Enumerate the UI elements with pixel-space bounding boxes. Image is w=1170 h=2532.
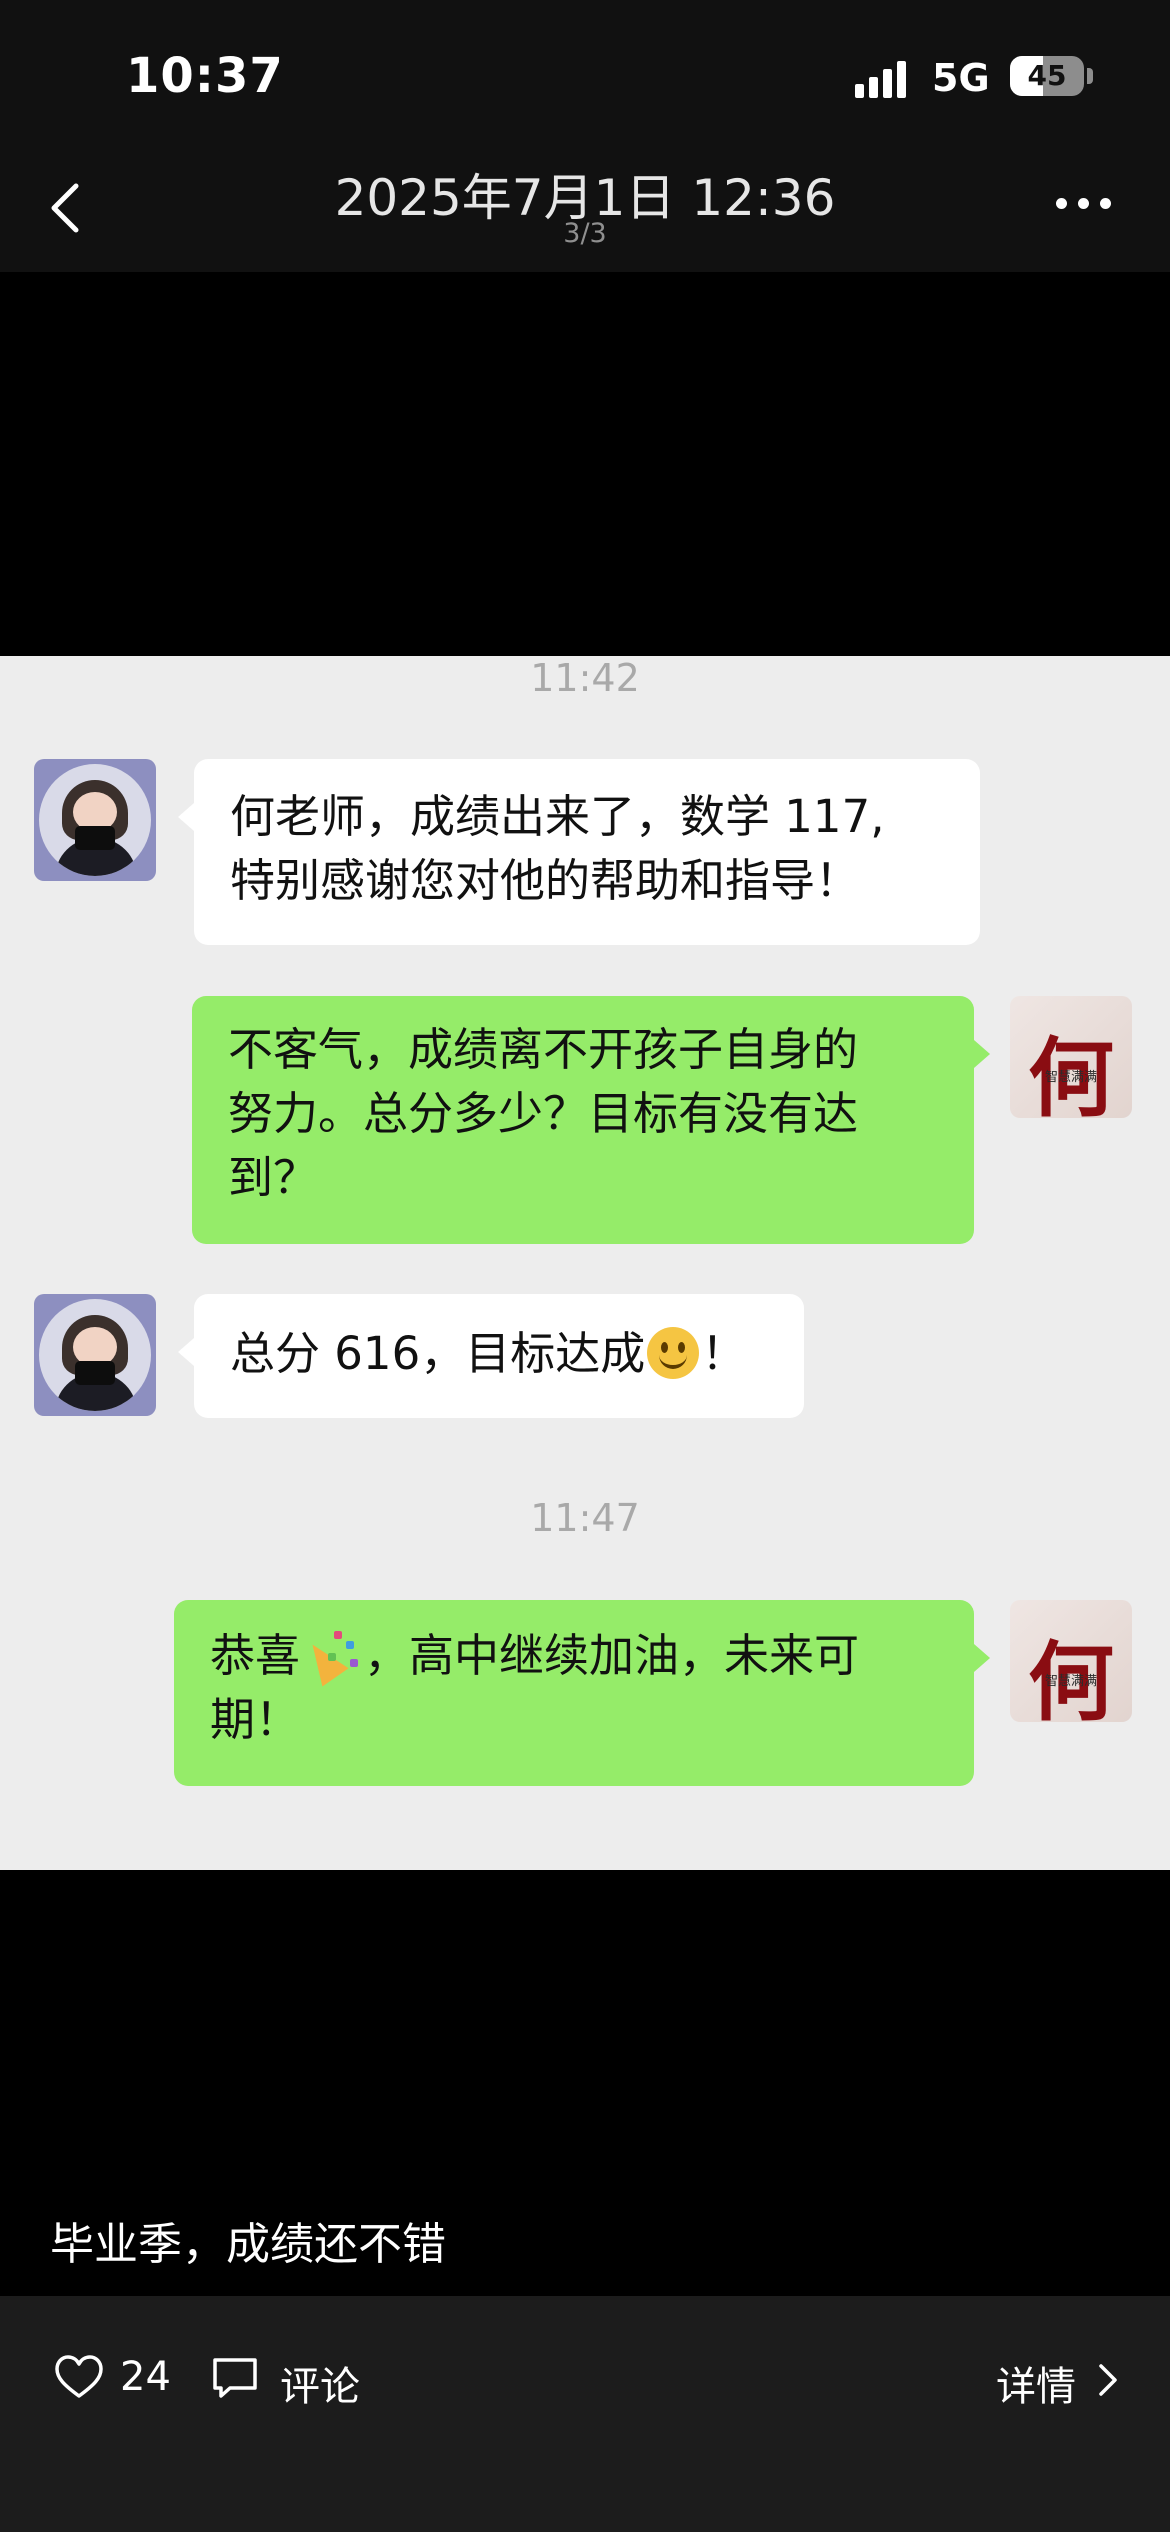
comment-button[interactable]: 评论 xyxy=(280,2354,360,2412)
message-line: 期！ xyxy=(210,1693,301,1746)
message-line: 不客气，成绩离不开孩子自身的 xyxy=(228,1023,859,1076)
chat-timestamp: 11:47 xyxy=(530,1496,640,1540)
status-time: 10:37 xyxy=(126,48,284,104)
detail-button[interactable]: 详情 xyxy=(996,2354,1076,2412)
avatar-character: 何 xyxy=(1028,1632,1114,1722)
parent-avatar[interactable] xyxy=(34,759,156,881)
message-line: ！ xyxy=(701,1327,747,1380)
photo-letterbox-top xyxy=(0,272,1170,656)
network-type: 5G xyxy=(932,56,990,100)
message-line: ，高中继续加油，未来可 xyxy=(364,1629,860,1682)
message-line: 何老师，成绩出来了，数学 117, xyxy=(230,790,885,843)
teacher-avatar[interactable]: 何 智慧满满 xyxy=(1010,996,1132,1118)
message-line: 恭喜 xyxy=(210,1629,301,1682)
message-line: 到？ xyxy=(228,1151,319,1204)
message-line: 特别感谢您对他的帮助和指导！ xyxy=(230,854,861,907)
message-bubble: 不客气，成绩离不开孩子自身的 努力。总分多少？目标有没有达 到？ xyxy=(192,996,990,1244)
message-bubble: 总分 616，目标达成 ！ xyxy=(178,1294,804,1418)
smiling-face-emoji-icon xyxy=(647,1327,700,1379)
post-caption: 毕业季，成绩还不错 xyxy=(50,2219,446,2270)
status-bar: 10:37 5G 45 xyxy=(0,0,1170,140)
heart-icon[interactable] xyxy=(54,2354,104,2400)
parent-avatar[interactable] xyxy=(34,1294,156,1416)
chevron-right-icon[interactable] xyxy=(1092,2362,1122,2398)
battery-icon: 45 xyxy=(1010,56,1084,96)
more-icon[interactable] xyxy=(1052,182,1116,222)
teacher-avatar[interactable]: 何 智慧满满 xyxy=(1010,1600,1132,1722)
like-count[interactable]: 24 xyxy=(120,2354,171,2400)
party-popper-icon xyxy=(304,1627,360,1683)
message-line: 努力。总分多少？目标有没有达 xyxy=(228,1087,859,1140)
chat-timestamp: 11:42 xyxy=(530,656,640,700)
message-line: 总分 616，目标达成 xyxy=(230,1327,646,1380)
nav-bar: 2025年7月1日 12:36 3/3 xyxy=(0,140,1170,272)
battery-percent: 45 xyxy=(1027,59,1067,92)
message-bubble: 何老师，成绩出来了，数学 117, 特别感谢您对他的帮助和指导！ xyxy=(178,759,980,945)
action-bar: 24 评论 详情 xyxy=(0,2296,1170,2532)
chat-screenshot: 11:42 何老师，成绩出来了，数学 117, 特别感谢您对他的帮助和指导！ 不… xyxy=(0,656,1170,1870)
message-bubble: 恭喜 ，高中继续加油，未来可 期！ xyxy=(174,1600,990,1786)
comment-icon[interactable] xyxy=(210,2356,260,2400)
avatar-stamp: 智慧满满 xyxy=(1044,1070,1097,1085)
signal-icon xyxy=(855,60,915,98)
avatar-character: 何 xyxy=(1028,1028,1114,1118)
battery-cap xyxy=(1087,68,1093,84)
avatar-stamp: 智慧满满 xyxy=(1044,1674,1097,1689)
page-indicator: 3/3 xyxy=(563,218,607,249)
